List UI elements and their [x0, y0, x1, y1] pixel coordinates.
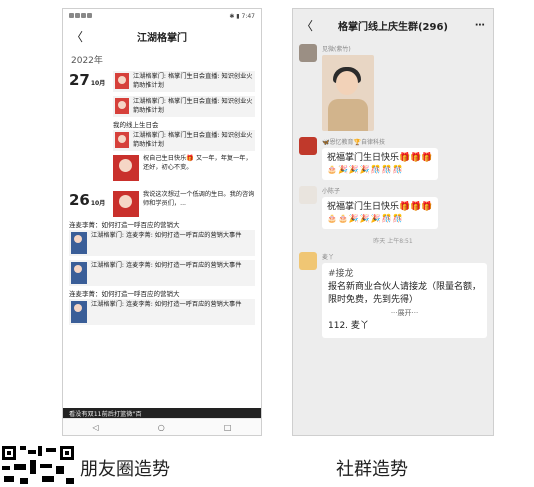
moment-post[interactable]: 连麦李菁：如何打造一呼百应的营销大 江湖格掌门: 连麦李菁: 如何打造一呼百应的…	[69, 221, 255, 256]
post-thumbnail	[115, 73, 129, 89]
page-title: 江湖格掌门	[137, 32, 187, 44]
day-group: 2610月 我说这次想过一个低调的生日。我的咨询师和学员们，...	[63, 185, 261, 221]
home-nav-icon[interactable]: ○	[158, 423, 165, 432]
moment-post[interactable]: 连麦李菁：如何打造一呼百应的营销大 江湖格掌门: 连麦李菁: 如何打造一呼百应的…	[69, 290, 255, 325]
caption-moments: 朋友圈造势	[80, 459, 170, 480]
moment-post[interactable]: 江湖格掌门: 连麦李菁: 如何打造一呼百应的营销大事件	[69, 260, 255, 286]
day-label: 2610月	[69, 191, 106, 209]
chat-message: 见微(紫竹)	[293, 41, 493, 134]
group-chat-phone: 〈 格掌门线上庆生群(296) ⋯ 见微(紫竹) 🦋恩忆教育🏆自律科技 祝福掌门…	[292, 8, 494, 436]
system-nav-bar: ◁ ○ □	[63, 418, 261, 435]
qr-code	[0, 442, 78, 487]
post-image	[113, 155, 139, 181]
chat-message: 🦋恩忆教育🏆自律科技 祝福掌门生日快乐🎁🎁🎁 🎂🎉🎉🎉🎊🎊🎊	[293, 134, 493, 183]
moment-post[interactable]: 江湖格掌门: 格掌门生日会直播: 知识创业火箭助推计划	[113, 71, 255, 92]
moments-header: 〈 江湖格掌门	[63, 23, 261, 49]
recent-nav-icon[interactable]: □	[224, 423, 232, 432]
chat-header: 〈 格掌门线上庆生群(296) ⋯	[293, 9, 493, 41]
chat-title: 格掌门线上庆生群(296)	[337, 21, 448, 33]
year-label: 2022年	[71, 56, 103, 66]
moment-post[interactable]: 江湖格掌门: 格掌门生日会直播: 知识创业火箭助推计划	[113, 96, 255, 117]
moments-phone: ✱ ▮ 7:47 〈 江湖格掌门 2022年 2710月 江湖格掌门: 格掌门生…	[62, 8, 262, 436]
caption-group: 社群造势	[336, 459, 408, 480]
solitaire-message[interactable]: #接龙 报名新商业合伙人请接龙（限量名额，限时免费，先到先得） ···展开···…	[322, 263, 487, 338]
moment-post[interactable]: 祝自己生日快乐🎁 又一年，年复一年，还好，初心不变。	[113, 155, 255, 181]
sender-name: 麦丫	[322, 254, 335, 261]
post-image	[113, 191, 139, 217]
back-icon[interactable]: 〈	[71, 28, 83, 45]
back-icon[interactable]: 〈	[301, 17, 313, 34]
avatar[interactable]	[299, 186, 317, 204]
message-bubble[interactable]: 祝福掌门生日快乐🎁🎁🎁 🎂🎂🎉🎉🎉🎊🎊	[322, 197, 438, 229]
chat-message: 麦丫 #接龙 报名新商业合伙人请接龙（限量名额，限时免费，先到先得） ···展开…	[293, 249, 493, 341]
day-group: 2710月 江湖格掌门: 格掌门生日会直播: 知识创业火箭助推计划 江湖格掌门:…	[63, 68, 261, 185]
timestamp: 昨天 上午8:51	[373, 238, 413, 245]
post-thumbnail	[115, 98, 129, 114]
moment-post[interactable]: 我说这次想过一个低调的生日。我的咨询师和学员们，...	[113, 191, 255, 217]
message-bubble[interactable]: 祝福掌门生日快乐🎁🎁🎁 🎂🎉🎉🎉🎊🎊🎊	[322, 148, 438, 180]
more-icon[interactable]: ⋯	[475, 20, 485, 31]
status-bar: ✱ ▮ 7:47	[63, 9, 261, 23]
avatar[interactable]	[299, 137, 317, 155]
post-thumbnail	[115, 132, 129, 148]
back-nav-icon[interactable]: ◁	[93, 423, 99, 432]
post-thumbnail	[71, 262, 87, 284]
chat-message: 小陈子 祝福掌门生日快乐🎁🎁🎁 🎂🎂🎉🎉🎉🎊🎊	[293, 183, 493, 232]
sender-name: 🦋恩忆教育🏆自律科技	[322, 139, 385, 146]
video-message[interactable]	[322, 55, 374, 131]
post-thumbnail	[71, 232, 87, 254]
expand-link[interactable]: ···展开···	[328, 307, 481, 320]
truncated-post[interactable]: 看没有双11前后打篮微"百	[63, 408, 261, 418]
moment-post[interactable]: 我的线上生日会 江湖格掌门: 格掌门生日会直播: 知识创业火箭助推计划	[113, 121, 255, 151]
day-label: 2710月	[69, 71, 106, 89]
sender-name: 见微(紫竹)	[322, 46, 351, 53]
sender-name: 小陈子	[322, 188, 341, 195]
avatar[interactable]	[299, 44, 317, 62]
post-thumbnail	[71, 301, 87, 323]
avatar[interactable]	[299, 252, 317, 270]
